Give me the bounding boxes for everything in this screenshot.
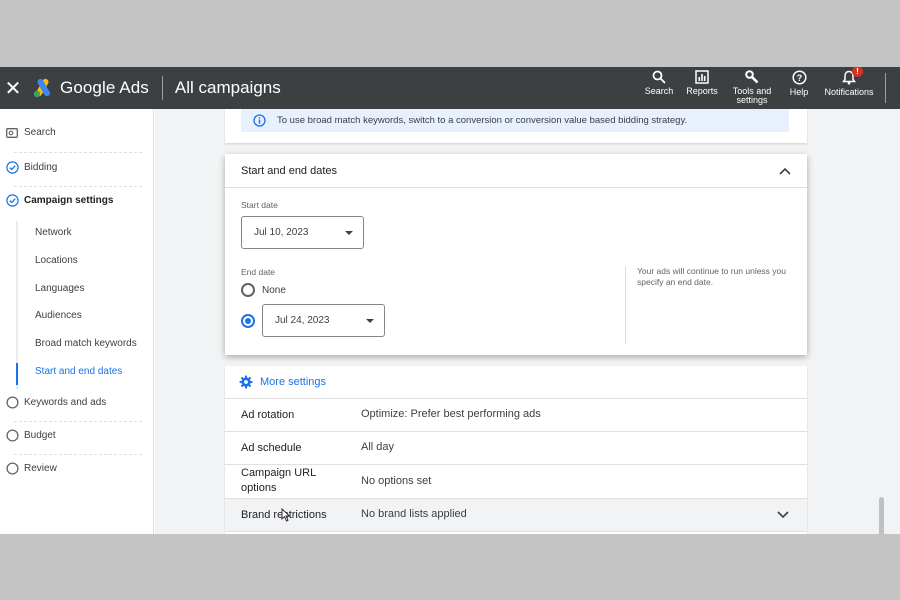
subnav-active-indicator xyxy=(16,363,18,385)
keywords-card: To use broad match keywords, switch to a… xyxy=(225,109,807,143)
setting-label: Brand restrictions xyxy=(241,509,327,521)
main-content: To use broad match keywords, switch to a… xyxy=(155,109,900,534)
caret-down-icon xyxy=(366,319,374,323)
subnav-languages[interactable]: Languages xyxy=(35,283,85,294)
chevron-down-icon[interactable] xyxy=(777,511,789,519)
sidebar-item-label: Campaign settings xyxy=(24,195,114,206)
start-date-value: Jul 10, 2023 xyxy=(254,227,309,238)
end-date-helper-text: Your ads will continue to run unless you… xyxy=(637,266,786,287)
sidebar-item-budget[interactable]: Budget xyxy=(0,429,56,442)
brand-name: Google Ads xyxy=(60,78,149,97)
sidebar-item-label: Search xyxy=(24,127,56,138)
info-icon xyxy=(241,114,277,127)
sidebar-item-label: Bidding xyxy=(24,162,58,173)
nav-divider xyxy=(14,454,142,455)
sidebar-item-search[interactable]: Search xyxy=(0,127,56,138)
more-settings-card: More settings Ad rotation Optimize: Pref… xyxy=(225,366,807,534)
caret-down-icon xyxy=(345,231,353,235)
help-button[interactable]: ? Help xyxy=(779,67,819,97)
sidebar-item-keywords-ads[interactable]: Keywords and ads xyxy=(0,396,106,409)
toolbar: Search Reports Tools and settings ? Help… xyxy=(639,67,886,109)
toolbar-divider xyxy=(885,73,886,103)
end-date-none-label: None xyxy=(262,285,286,296)
end-date-specific-radio[interactable] xyxy=(241,314,255,328)
notification-badge: ! xyxy=(852,67,863,77)
info-banner-text: To use broad match keywords, switch to a… xyxy=(277,115,688,126)
sidebar-item-campaign-settings[interactable]: Campaign settings xyxy=(0,194,113,207)
notifications-button[interactable]: ! Notifications xyxy=(819,67,879,97)
start-date-select[interactable]: Jul 10, 2023 xyxy=(241,216,364,249)
subnav-locations[interactable]: Locations xyxy=(35,255,78,266)
setting-row-ad-schedule[interactable]: Ad schedule All day xyxy=(225,432,807,465)
nav-divider xyxy=(14,186,142,187)
subnav-network[interactable]: Network xyxy=(35,227,72,238)
setting-label: Ad schedule xyxy=(241,442,302,454)
page-title[interactable]: All campaigns xyxy=(175,78,281,98)
title-divider xyxy=(161,76,163,100)
end-date-select[interactable]: Jul 24, 2023 xyxy=(262,304,385,337)
circle-icon xyxy=(0,462,24,475)
svg-text:?: ? xyxy=(796,73,802,83)
wrench-icon xyxy=(745,70,759,84)
reports-icon xyxy=(695,70,709,84)
subnav-start-end-dates[interactable]: Start and end dates xyxy=(35,366,122,377)
google-ads-logo xyxy=(32,78,54,98)
gear-icon xyxy=(239,375,253,389)
circle-icon xyxy=(0,396,24,409)
google-ads-app: ✕ Google Ads All campaigns Search Report… xyxy=(0,67,900,534)
end-date-value: Jul 24, 2023 xyxy=(275,315,330,326)
setting-value: No options set xyxy=(361,475,432,487)
search-icon xyxy=(652,70,666,84)
sidebar: Search Bidding Campaign settings Network… xyxy=(0,109,154,534)
search-tool-label: Search xyxy=(644,86,674,96)
top-bar: ✕ Google Ads All campaigns Search Report… xyxy=(0,67,900,109)
reports-tool-label: Reports xyxy=(686,86,718,96)
sidebar-item-label: Budget xyxy=(24,430,56,441)
dates-card-title: Start and end dates xyxy=(241,164,338,177)
tools-settings-button[interactable]: Tools and settings xyxy=(725,67,779,105)
nav-divider xyxy=(14,421,142,422)
setting-label: Ad rotation xyxy=(241,409,295,421)
setting-row-brand-restrictions[interactable]: Brand restrictions No brand lists applie… xyxy=(225,499,807,532)
search-tool-button[interactable]: Search xyxy=(639,67,679,96)
start-end-dates-card: Start and end dates Start date Jul 10, 2… xyxy=(225,154,807,355)
text-cursor-icon xyxy=(281,508,291,522)
end-date-label: End date xyxy=(241,267,276,277)
subnav-audiences[interactable]: Audiences xyxy=(35,310,82,321)
setting-value: No brand lists applied xyxy=(361,508,467,520)
end-date-none-radio[interactable] xyxy=(241,283,255,297)
close-icon[interactable]: ✕ xyxy=(0,67,26,109)
setting-label: Campaign URL options xyxy=(241,467,316,494)
main-scrollbar[interactable] xyxy=(879,497,884,534)
setting-value: All day xyxy=(361,441,395,453)
reports-tool-button[interactable]: Reports xyxy=(679,67,725,96)
setting-row-campaign-url-options[interactable]: Campaign URL options No options set xyxy=(225,465,807,499)
subnav-broad-match-keywords[interactable]: Broad match keywords xyxy=(35,338,137,349)
check-circle-icon xyxy=(0,194,24,207)
nav-divider xyxy=(14,152,142,153)
setting-row-ad-rotation[interactable]: Ad rotation Optimize: Prefer best perfor… xyxy=(225,399,807,432)
notifications-label: Notifications xyxy=(824,87,874,97)
more-settings-label: More settings xyxy=(260,376,327,388)
ad-icon xyxy=(0,127,24,138)
tools-settings-label: Tools and settings xyxy=(732,86,772,105)
chevron-up-icon[interactable] xyxy=(779,167,791,175)
info-banner: To use broad match keywords, switch to a… xyxy=(241,109,789,132)
more-settings-toggle[interactable]: More settings xyxy=(225,366,807,399)
sidebar-item-review[interactable]: Review xyxy=(0,462,57,475)
sidebar-item-bidding[interactable]: Bidding xyxy=(0,161,57,174)
check-circle-icon xyxy=(0,161,24,174)
sidebar-item-label: Keywords and ads xyxy=(24,397,107,408)
start-date-label: Start date xyxy=(241,200,278,210)
dates-card-header[interactable]: Start and end dates xyxy=(225,154,807,188)
help-icon: ? xyxy=(791,70,807,85)
help-label: Help xyxy=(789,87,809,97)
sidebar-item-label: Review xyxy=(24,463,57,474)
helper-divider xyxy=(625,266,626,344)
circle-icon xyxy=(0,429,24,442)
setting-value: Optimize: Prefer best performing ads xyxy=(361,408,541,420)
